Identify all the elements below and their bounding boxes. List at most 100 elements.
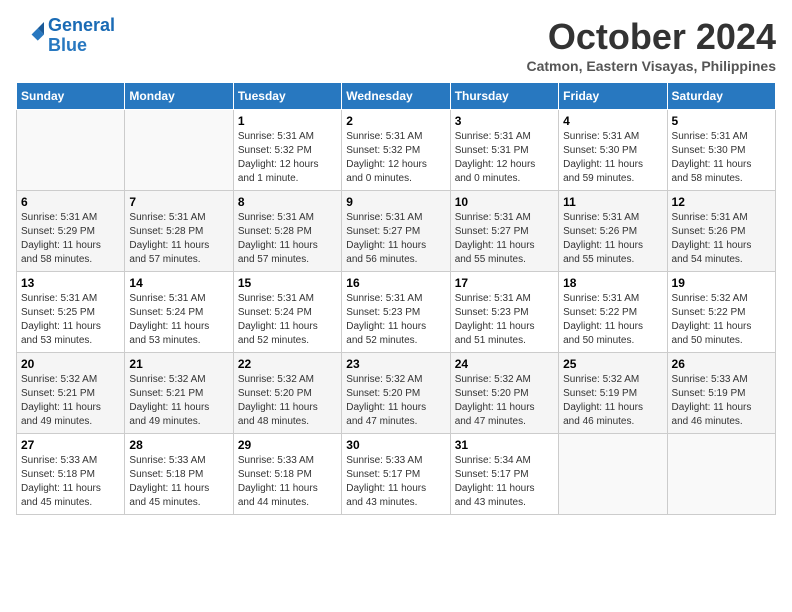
month-title: October 2024 <box>527 16 777 58</box>
calendar-cell: 5Sunrise: 5:31 AM Sunset: 5:30 PM Daylig… <box>667 110 775 191</box>
day-number: 18 <box>563 276 662 290</box>
day-info: Sunrise: 5:31 AM Sunset: 5:23 PM Dayligh… <box>455 292 554 348</box>
calendar-cell <box>125 110 233 191</box>
calendar-cell <box>17 110 125 191</box>
calendar-cell: 10 Sunrise: 5:31 AM Sunset: 5:27 PM Dayli… <box>450 191 558 272</box>
day-number: 22 <box>238 357 337 371</box>
calendar-cell: 30 Sunrise: 5:33 AM Sunset: 5:17 PM Dayli… <box>342 434 450 515</box>
day-number: 21 <box>129 357 228 371</box>
day-number: 15 <box>238 276 337 290</box>
calendar-cell: 17 Sunrise: 5:31 AM Sunset: 5:23 PM Dayli… <box>450 272 558 353</box>
calendar-cell: 16 Sunrise: 5:31 AM Sunset: 5:23 PM Dayli… <box>342 272 450 353</box>
weekday-header-cell: Tuesday <box>233 83 341 110</box>
day-info: Sunrise: 5:31 AM Sunset: 5:26 PM Dayligh… <box>672 211 771 267</box>
day-number: 28 <box>129 438 228 452</box>
calendar-cell: 7Sunrise: 5:31 AM Sunset: 5:28 PM Daylig… <box>125 191 233 272</box>
day-info: Sunrise: 5:33 AM Sunset: 5:18 PM Dayligh… <box>238 454 337 510</box>
calendar-cell: 21 Sunrise: 5:32 AM Sunset: 5:21 PM Dayli… <box>125 353 233 434</box>
day-info: Sunrise: 5:32 AM Sunset: 5:20 PM Dayligh… <box>238 373 337 429</box>
day-info: Sunrise: 5:31 AM Sunset: 5:23 PM Dayligh… <box>346 292 445 348</box>
day-number: 23 <box>346 357 445 371</box>
calendar-cell: 19 Sunrise: 5:32 AM Sunset: 5:22 PM Dayli… <box>667 272 775 353</box>
day-info: Sunrise: 5:31 AM Sunset: 5:31 PM Dayligh… <box>455 130 554 186</box>
calendar-week-row: 27Sunrise: 5:33 AM Sunset: 5:18 PM Dayli… <box>17 434 776 515</box>
day-number: 1 <box>238 114 337 128</box>
day-info: Sunrise: 5:31 AM Sunset: 5:24 PM Dayligh… <box>129 292 228 348</box>
calendar-table: SundayMondayTuesdayWednesdayThursdayFrid… <box>16 82 776 515</box>
page-header: General Blue October 2024 Catmon, Easter… <box>16 16 776 74</box>
weekday-header-cell: Saturday <box>667 83 775 110</box>
calendar-cell <box>667 434 775 515</box>
calendar-cell: 23 Sunrise: 5:32 AM Sunset: 5:20 PM Dayli… <box>342 353 450 434</box>
calendar-cell: 1 Sunrise: 5:31 AM Sunset: 5:32 PM Daylig… <box>233 110 341 191</box>
day-number: 19 <box>672 276 771 290</box>
calendar-cell: 24Sunrise: 5:32 AM Sunset: 5:20 PM Dayli… <box>450 353 558 434</box>
day-number: 20 <box>21 357 120 371</box>
calendar-week-row: 1 Sunrise: 5:31 AM Sunset: 5:32 PM Daylig… <box>17 110 776 191</box>
day-info: Sunrise: 5:31 AM Sunset: 5:28 PM Dayligh… <box>129 211 228 267</box>
day-number: 26 <box>672 357 771 371</box>
day-number: 29 <box>238 438 337 452</box>
day-number: 24 <box>455 357 554 371</box>
logo-line1: General <box>48 15 115 35</box>
day-number: 2 <box>346 114 445 128</box>
day-info: Sunrise: 5:31 AM Sunset: 5:29 PM Dayligh… <box>21 211 120 267</box>
day-info: Sunrise: 5:31 AM Sunset: 5:32 PM Dayligh… <box>238 130 337 186</box>
calendar-cell: 14Sunrise: 5:31 AM Sunset: 5:24 PM Dayli… <box>125 272 233 353</box>
calendar-cell: 27Sunrise: 5:33 AM Sunset: 5:18 PM Dayli… <box>17 434 125 515</box>
weekday-header-cell: Sunday <box>17 83 125 110</box>
day-number: 11 <box>563 195 662 209</box>
calendar-cell: 2 Sunrise: 5:31 AM Sunset: 5:32 PM Daylig… <box>342 110 450 191</box>
weekday-header-cell: Wednesday <box>342 83 450 110</box>
calendar-cell: 6 Sunrise: 5:31 AM Sunset: 5:29 PM Daylig… <box>17 191 125 272</box>
day-number: 9 <box>346 195 445 209</box>
calendar-cell: 22 Sunrise: 5:32 AM Sunset: 5:20 PM Dayli… <box>233 353 341 434</box>
calendar-cell: 13 Sunrise: 5:31 AM Sunset: 5:25 PM Dayli… <box>17 272 125 353</box>
day-number: 16 <box>346 276 445 290</box>
weekday-header-cell: Thursday <box>450 83 558 110</box>
day-info: Sunrise: 5:31 AM Sunset: 5:30 PM Dayligh… <box>563 130 662 186</box>
calendar-cell <box>559 434 667 515</box>
calendar-cell: 4 Sunrise: 5:31 AM Sunset: 5:30 PM Daylig… <box>559 110 667 191</box>
day-info: Sunrise: 5:31 AM Sunset: 5:32 PM Dayligh… <box>346 130 445 186</box>
location: Catmon, Eastern Visayas, Philippines <box>527 58 777 74</box>
day-number: 3 <box>455 114 554 128</box>
day-info: Sunrise: 5:31 AM Sunset: 5:25 PM Dayligh… <box>21 292 120 348</box>
day-info: Sunrise: 5:34 AM Sunset: 5:17 PM Dayligh… <box>455 454 554 510</box>
calendar-cell: 15 Sunrise: 5:31 AM Sunset: 5:24 PM Dayli… <box>233 272 341 353</box>
day-number: 4 <box>563 114 662 128</box>
calendar-week-row: 20 Sunrise: 5:32 AM Sunset: 5:21 PM Dayli… <box>17 353 776 434</box>
day-info: Sunrise: 5:31 AM Sunset: 5:28 PM Dayligh… <box>238 211 337 267</box>
day-number: 31 <box>455 438 554 452</box>
day-info: Sunrise: 5:32 AM Sunset: 5:19 PM Dayligh… <box>563 373 662 429</box>
day-info: Sunrise: 5:31 AM Sunset: 5:24 PM Dayligh… <box>238 292 337 348</box>
day-info: Sunrise: 5:32 AM Sunset: 5:21 PM Dayligh… <box>129 373 228 429</box>
calendar-cell: 20 Sunrise: 5:32 AM Sunset: 5:21 PM Dayli… <box>17 353 125 434</box>
title-block: October 2024 Catmon, Eastern Visayas, Ph… <box>527 16 777 74</box>
day-number: 6 <box>21 195 120 209</box>
day-info: Sunrise: 5:32 AM Sunset: 5:20 PM Dayligh… <box>346 373 445 429</box>
day-info: Sunrise: 5:33 AM Sunset: 5:18 PM Dayligh… <box>129 454 228 510</box>
day-number: 25 <box>563 357 662 371</box>
calendar-body: 1 Sunrise: 5:31 AM Sunset: 5:32 PM Daylig… <box>17 110 776 515</box>
day-info: Sunrise: 5:33 AM Sunset: 5:17 PM Dayligh… <box>346 454 445 510</box>
weekday-header-cell: Friday <box>559 83 667 110</box>
day-number: 17 <box>455 276 554 290</box>
day-number: 13 <box>21 276 120 290</box>
day-info: Sunrise: 5:31 AM Sunset: 5:22 PM Dayligh… <box>563 292 662 348</box>
calendar-cell: 28 Sunrise: 5:33 AM Sunset: 5:18 PM Dayli… <box>125 434 233 515</box>
calendar-cell: 31 Sunrise: 5:34 AM Sunset: 5:17 PM Dayli… <box>450 434 558 515</box>
calendar-cell: 11Sunrise: 5:31 AM Sunset: 5:26 PM Dayli… <box>559 191 667 272</box>
day-info: Sunrise: 5:32 AM Sunset: 5:22 PM Dayligh… <box>672 292 771 348</box>
day-info: Sunrise: 5:32 AM Sunset: 5:21 PM Dayligh… <box>21 373 120 429</box>
calendar-cell: 29 Sunrise: 5:33 AM Sunset: 5:18 PM Dayli… <box>233 434 341 515</box>
day-info: Sunrise: 5:31 AM Sunset: 5:27 PM Dayligh… <box>455 211 554 267</box>
day-number: 30 <box>346 438 445 452</box>
weekday-header-cell: Monday <box>125 83 233 110</box>
logo: General Blue <box>16 16 115 56</box>
day-number: 10 <box>455 195 554 209</box>
day-info: Sunrise: 5:31 AM Sunset: 5:27 PM Dayligh… <box>346 211 445 267</box>
day-number: 5 <box>672 114 771 128</box>
day-info: Sunrise: 5:33 AM Sunset: 5:19 PM Dayligh… <box>672 373 771 429</box>
calendar-week-row: 13 Sunrise: 5:31 AM Sunset: 5:25 PM Dayli… <box>17 272 776 353</box>
